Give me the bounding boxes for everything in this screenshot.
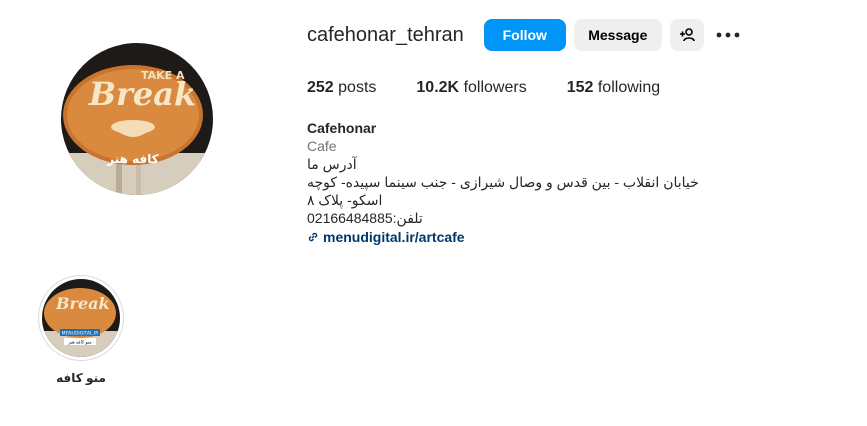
posts-stat: 252 posts <box>307 79 376 97</box>
posts-label: posts <box>338 79 377 96</box>
more-options-icon <box>716 32 740 38</box>
profile-avatar[interactable]: TAKE A Break کافه هنر <box>61 43 213 195</box>
bio-line-phone: تلفن:02166484885 <box>307 210 423 226</box>
avatar-sign-text-fa: کافه هنر <box>106 152 159 166</box>
profile-header: cafehonar_tehran Follow Message <box>307 19 744 51</box>
message-button[interactable]: Message <box>573 19 662 51</box>
link-icon <box>308 232 318 242</box>
following-label: following <box>597 79 661 96</box>
bio-link-text: menudigital.ir/artcafe <box>323 229 465 245</box>
following-count: 152 <box>566 79 594 96</box>
following-stat[interactable]: 152 following <box>567 79 660 97</box>
bio-line-address-title: آدرس ما <box>307 156 357 172</box>
highlight-ring: Break MENUDIGITAL.IR منو کافه هنر <box>38 275 124 361</box>
bio-link[interactable]: menudigital.ir/artcafe <box>307 228 707 246</box>
profile-bio: Cafehonar Cafe آدرس ما خیابان انقلاب - ب… <box>307 119 707 246</box>
username: cafehonar_tehran <box>307 23 464 46</box>
more-options-button[interactable] <box>712 19 744 51</box>
add-user-icon <box>679 28 695 42</box>
profile-stats: 252 posts 10.2K followers 152 following <box>307 79 700 97</box>
highlight-badge-top: MENUDIGITAL.IR <box>62 331 99 337</box>
followers-stat[interactable]: 10.2K followers <box>416 79 526 97</box>
highlight-badge-bottom: منو کافه هنر <box>67 340 92 346</box>
bio-name: Cafehonar <box>307 120 377 136</box>
suggested-users-button[interactable] <box>669 19 704 51</box>
followers-label: followers <box>463 79 527 96</box>
bio-line-address: خیابان انقلاب - بین قدس و وصال شیرازی - … <box>307 174 699 208</box>
story-highlight[interactable]: Break MENUDIGITAL.IR منو کافه هنر منو کا… <box>38 275 124 385</box>
svg-text:Break: Break <box>55 294 110 313</box>
bio-category: Cafe <box>307 138 337 154</box>
highlight-cover: Break MENUDIGITAL.IR منو کافه هنر <box>42 279 120 357</box>
followers-count: 10.2K <box>416 79 460 96</box>
posts-count: 252 <box>307 79 334 96</box>
avatar-sign-text-main: Break <box>88 75 196 113</box>
highlight-label: منو کافه <box>56 371 106 385</box>
follow-button[interactable]: Follow <box>483 19 566 51</box>
